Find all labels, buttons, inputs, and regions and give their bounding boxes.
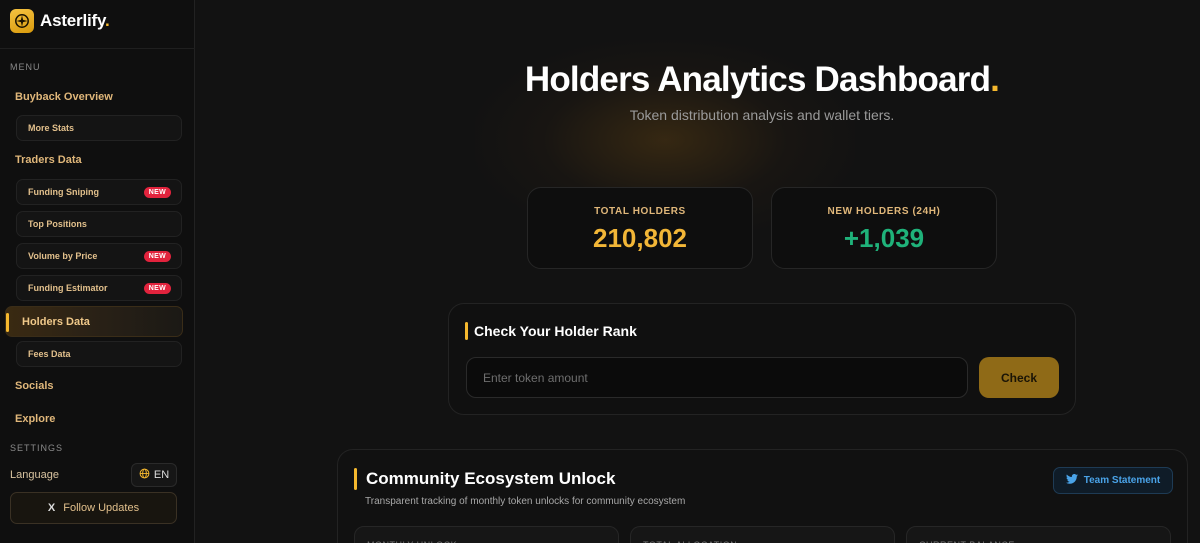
nav-item-label: Holders Data — [22, 315, 90, 328]
divider — [0, 48, 195, 49]
language-selector[interactable]: EN — [131, 463, 177, 487]
new-badge: NEW — [143, 282, 171, 294]
nav-top-positions[interactable]: Top Positions — [16, 211, 182, 237]
community-unlock-card: Community Ecosystem Unlock Transparent t… — [337, 449, 1188, 543]
new-holders-card: NEW HOLDERS (24H) +1,039 — [771, 187, 997, 269]
nav-traders-data[interactable]: Traders Data — [15, 152, 82, 168]
nav-funding-estimator[interactable]: Funding Estimator NEW — [16, 275, 182, 301]
brand-logo[interactable]: Asterlify. — [10, 9, 110, 33]
sidebar: Asterlify. MENU Buyback Overview More St… — [0, 0, 195, 543]
check-button[interactable]: Check — [979, 357, 1059, 398]
globe-icon — [139, 468, 150, 482]
follow-updates-button[interactable]: X Follow Updates — [10, 492, 177, 524]
community-title: Community Ecosystem Unlock — [366, 469, 616, 488]
menu-section-label: MENU — [10, 62, 41, 72]
accent-bar — [354, 468, 357, 490]
nav-funding-sniping[interactable]: Funding Sniping NEW — [16, 179, 182, 205]
nav-item-label: More Stats — [28, 123, 75, 133]
page-subtitle: Token distribution analysis and wallet t… — [629, 107, 895, 123]
holder-rank-title: Check Your Holder Rank — [474, 323, 637, 339]
new-badge: NEW — [143, 186, 171, 198]
new-badge: NEW — [143, 250, 171, 262]
holder-rank-heading: Check Your Holder Rank — [465, 322, 637, 340]
language-label: Language — [10, 469, 59, 481]
nav-socials[interactable]: Socials — [15, 378, 54, 394]
accent-bar — [465, 322, 468, 340]
team-statement-button[interactable]: Team Statement — [1053, 467, 1173, 494]
community-heading: Community Ecosystem Unlock — [354, 468, 615, 490]
nav-more-stats[interactable]: More Stats — [16, 115, 182, 141]
nav-item-label: Funding Estimator — [28, 283, 108, 293]
nav-buyback-overview[interactable]: Buyback Overview — [15, 89, 113, 105]
total-holders-value: 210,802 — [593, 223, 687, 253]
app: Asterlify. MENU Buyback Overview More St… — [0, 0, 1200, 543]
nav-item-label: Top Positions — [28, 219, 87, 229]
nav-item-label: Funding Sniping — [28, 187, 99, 197]
main-content: Holders Analytics Dashboard. Token distr… — [195, 0, 1200, 543]
monthly-unlock-card: MONTHLY UNLOCK — [354, 526, 619, 543]
community-subtitle: Transparent tracking of monthly token un… — [365, 496, 686, 507]
nav-item-label: Fees Data — [28, 349, 71, 359]
new-holders-value: +1,039 — [843, 223, 925, 253]
holder-rank-card: Check Your Holder Rank Check — [448, 303, 1076, 415]
settings-section-label: SETTINGS — [10, 443, 64, 453]
new-holders-label: NEW HOLDERS (24H) — [827, 206, 941, 217]
brand-name: Asterlify. — [40, 11, 110, 30]
current-balance-card: CURRENT BALANCE — [906, 526, 1171, 543]
page-title: Holders Analytics Dashboard. — [524, 60, 1000, 99]
nav-fees-data[interactable]: Fees Data — [16, 341, 182, 367]
x-logo-icon: X — [47, 502, 56, 514]
language-value: EN — [153, 469, 170, 481]
nav-volume-by-price[interactable]: Volume by Price NEW — [16, 243, 182, 269]
nav-holders-data[interactable]: Holders Data — [5, 306, 183, 337]
team-statement-label: Team Statement — [1083, 475, 1161, 486]
total-holders-label: TOTAL HOLDERS — [594, 206, 686, 217]
language-row: Language EN — [10, 463, 177, 487]
twitter-bird-icon — [1065, 474, 1078, 487]
nav-explore[interactable]: Explore — [15, 411, 55, 427]
token-amount-input[interactable] — [466, 357, 968, 398]
total-allocation-card: TOTAL ALLOCATION — [630, 526, 895, 543]
total-holders-card: TOTAL HOLDERS 210,802 — [527, 187, 753, 269]
nav-item-label: Volume by Price — [28, 251, 98, 261]
follow-updates-label: Follow Updates — [63, 502, 140, 514]
compass-star-icon — [10, 9, 34, 33]
